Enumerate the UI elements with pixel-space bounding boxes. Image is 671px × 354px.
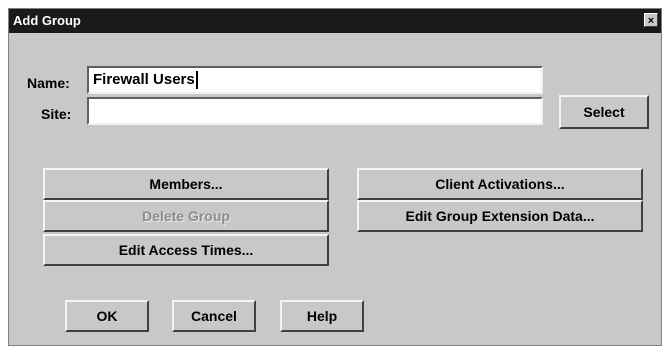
text-caret <box>195 71 198 90</box>
name-value: Firewall Users <box>93 71 195 88</box>
cancel-button[interactable]: Cancel <box>172 300 256 332</box>
help-button[interactable]: Help <box>280 300 364 332</box>
help-button-label: Help <box>306 308 338 324</box>
client-activations-button-label: Client Activations... <box>435 176 565 192</box>
close-icon: × <box>647 15 655 27</box>
add-group-dialog: Add Group × Name: Firewall Users Site: S… <box>8 8 662 346</box>
name-input[interactable]: Firewall Users <box>87 66 543 94</box>
name-label: Name: <box>27 75 70 91</box>
ok-button[interactable]: OK <box>65 300 149 332</box>
select-button[interactable]: Select <box>559 95 649 129</box>
client-activations-button[interactable]: Client Activations... <box>357 168 643 200</box>
site-input[interactable] <box>87 97 543 125</box>
delete-group-button-label: Delete Group <box>142 208 230 224</box>
select-button-label: Select <box>583 104 625 120</box>
edit-group-extension-data-button-label: Edit Group Extension Data... <box>405 208 595 224</box>
delete-group-button: Delete Group <box>43 200 329 232</box>
edit-access-times-button[interactable]: Edit Access Times... <box>43 234 329 266</box>
ok-button-label: OK <box>96 308 118 324</box>
close-button[interactable]: × <box>644 13 658 27</box>
edit-group-extension-data-button[interactable]: Edit Group Extension Data... <box>357 200 643 232</box>
window-title: Add Group <box>13 13 81 28</box>
edit-access-times-button-label: Edit Access Times... <box>118 242 254 258</box>
site-label: Site: <box>41 106 72 122</box>
members-button[interactable]: Members... <box>43 168 329 200</box>
cancel-button-label: Cancel <box>191 308 237 324</box>
members-button-label: Members... <box>149 176 223 192</box>
title-bar[interactable]: Add Group × <box>9 9 661 33</box>
